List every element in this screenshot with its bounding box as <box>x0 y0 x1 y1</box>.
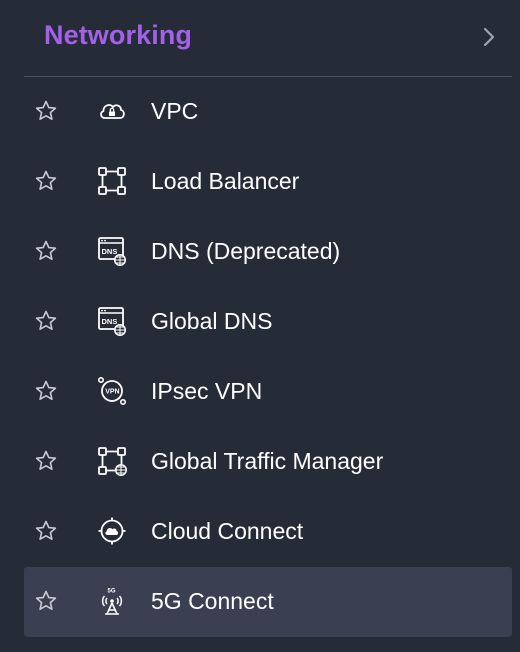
menu-item-label: Cloud Connect <box>151 518 304 544</box>
menu-item-vpc[interactable]: VPC <box>24 77 512 147</box>
menu-item-cloud-connect[interactable]: Cloud Connect <box>24 497 512 567</box>
star-icon[interactable] <box>34 589 58 613</box>
dns-icon: DNS <box>97 236 127 266</box>
menu-item-label: VPC <box>151 98 199 124</box>
chevron-right-icon[interactable] <box>476 24 502 50</box>
5g-icon-text: 5G <box>108 589 116 595</box>
dns-icon: DNS <box>97 306 127 336</box>
cloud-connect-icon <box>97 516 127 546</box>
star-icon[interactable] <box>34 309 58 333</box>
menu-item-5g-connect[interactable]: 5G 5G Connect <box>24 567 512 637</box>
load-balancer-icon <box>97 166 127 196</box>
networking-section-header[interactable]: Networking <box>24 0 512 77</box>
menu-item-ipsec-vpn[interactable]: VPN IPsec VPN <box>24 357 512 427</box>
menu-item-label: 5G Connect <box>151 588 274 614</box>
star-icon[interactable] <box>34 99 58 123</box>
5g-tower-icon: 5G <box>97 586 127 616</box>
menu-item-label: Load Balancer <box>151 168 300 194</box>
traffic-manager-icon <box>97 446 127 476</box>
dns-icon-text: DNS <box>102 317 118 326</box>
menu-item-global-traffic-manager[interactable]: Global Traffic Manager <box>24 427 512 497</box>
vpn-icon: VPN <box>97 376 127 406</box>
star-icon[interactable] <box>34 379 58 403</box>
menu-item-label: Global DNS <box>151 308 273 334</box>
dns-icon-text: DNS <box>102 247 118 256</box>
menu-item-label: DNS (Deprecated) <box>151 238 341 264</box>
section-title: Networking <box>44 20 193 50</box>
menu-item-dns-deprecated[interactable]: DNS DNS (Deprecated) <box>24 217 512 287</box>
menu-item-load-balancer[interactable]: Load Balancer <box>24 147 512 217</box>
star-icon[interactable] <box>34 239 58 263</box>
star-icon[interactable] <box>34 169 58 193</box>
cloud-lock-icon <box>97 96 127 126</box>
vpn-icon-text: VPN <box>105 389 119 396</box>
menu-item-label: IPsec VPN <box>151 378 263 404</box>
networking-menu: VPC Load Balancer DNS DNS (Deprecated) D… <box>24 77 512 637</box>
star-icon[interactable] <box>34 449 58 473</box>
star-icon[interactable] <box>34 519 58 543</box>
menu-item-global-dns[interactable]: DNS Global DNS <box>24 287 512 357</box>
menu-item-label: Global Traffic Manager <box>151 448 384 474</box>
